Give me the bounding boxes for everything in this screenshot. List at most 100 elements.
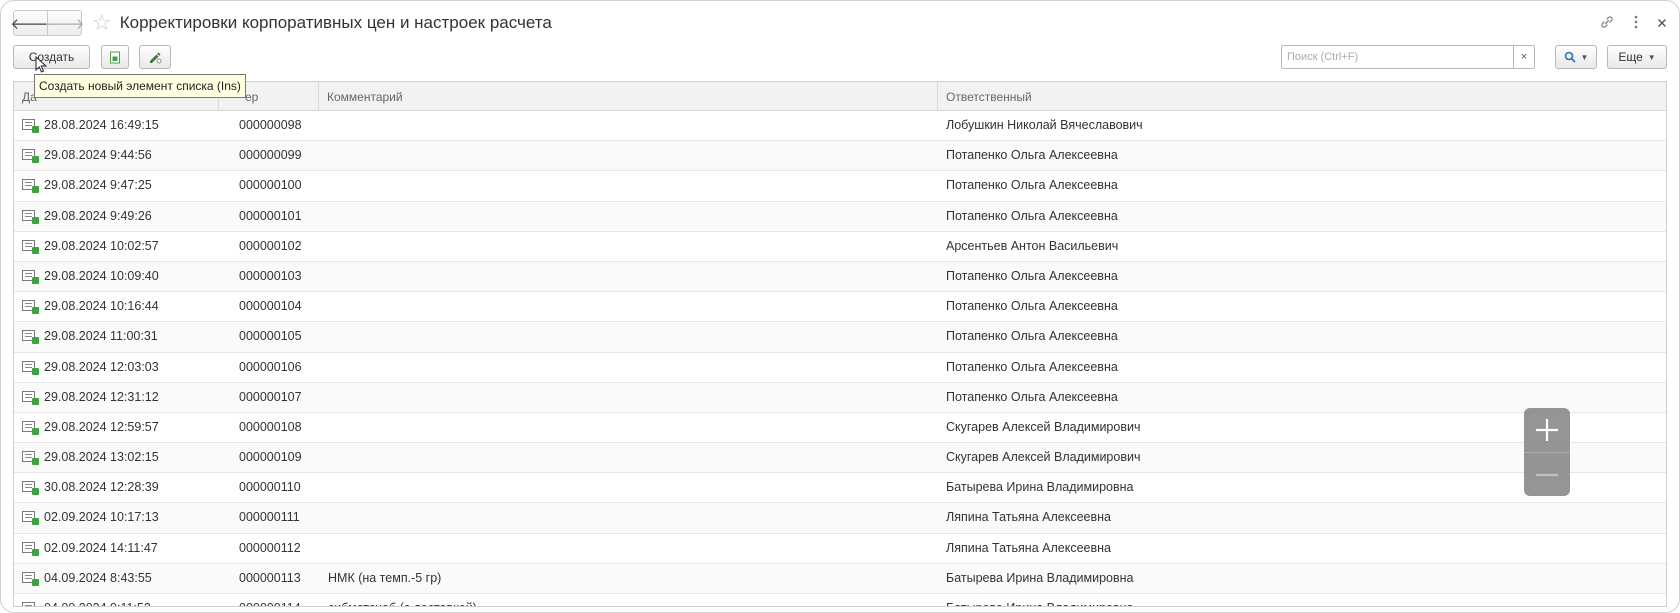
copy-button[interactable] bbox=[101, 45, 129, 69]
chevron-down-icon: ▼ bbox=[1647, 52, 1656, 62]
link-icon[interactable] bbox=[1599, 14, 1615, 33]
cell-number: 000000100 bbox=[239, 178, 302, 193]
more-vertical-icon[interactable] bbox=[1633, 15, 1639, 32]
create-button[interactable]: Создать bbox=[13, 45, 90, 69]
mouse-cursor-icon bbox=[35, 56, 47, 73]
plus-icon bbox=[1536, 419, 1558, 441]
cell-date: 29.08.2024 9:49:26 bbox=[22, 202, 152, 230]
cell-responsible: Потапенко Ольга Алексеевна bbox=[946, 359, 1118, 374]
cell-date: 29.08.2024 10:09:40 bbox=[22, 262, 159, 290]
page-title: Корректировки корпоративных цен и настро… bbox=[119, 13, 552, 32]
edit-button[interactable] bbox=[139, 45, 171, 69]
table-row[interactable]: 29.08.2024 10:16:44 000000104 Потапенко Ол… bbox=[14, 292, 1666, 323]
document-icon bbox=[22, 209, 39, 224]
column-header-responsible[interactable]: Ответственный bbox=[938, 82, 1666, 110]
back-button[interactable]: 🡐 bbox=[10, 11, 50, 35]
create-tooltip: Создать новый элемент списка (Ins) bbox=[34, 74, 246, 98]
cell-date: 02.09.2024 14:11:47 bbox=[22, 534, 158, 562]
cell-responsible: Батырева Ирина Владимировна bbox=[946, 480, 1134, 495]
cell-comment: сибметснаб (с доставкой) bbox=[328, 594, 477, 606]
date-value: 29.08.2024 10:02:57 bbox=[44, 238, 159, 253]
date-value: 29.08.2024 9:47:25 bbox=[44, 178, 152, 193]
cell-responsible: Лобушкин Николай Вячеславович bbox=[946, 118, 1143, 132]
nav-buttons: 🡐 🡒 bbox=[10, 10, 85, 36]
cell-responsible: Потапенко Ольга Алексеевна bbox=[946, 299, 1118, 314]
more-button[interactable]: Еще ▼ bbox=[1607, 45, 1667, 69]
close-icon[interactable] bbox=[1657, 15, 1667, 31]
cell-date: 29.08.2024 12:31:12 bbox=[22, 383, 159, 411]
table-row[interactable]: 29.08.2024 13:02:15 000000109 Скугарев Але… bbox=[14, 443, 1666, 474]
cell-responsible: Потапенко Ольга Алексеевна bbox=[946, 268, 1118, 283]
cell-responsible: Скугарев Алексей Владимирович bbox=[946, 450, 1141, 465]
date-value: 29.08.2024 12:59:57 bbox=[44, 419, 159, 434]
table-row[interactable]: 29.08.2024 12:59:57 000000108 Скугарев Але… bbox=[14, 413, 1666, 444]
table-row[interactable]: 29.08.2024 10:02:57 000000102 Арсентьев Ан… bbox=[14, 232, 1666, 262]
cell-responsible: Потапенко Ольга Алексеевна bbox=[946, 148, 1118, 163]
document-icon bbox=[22, 179, 39, 194]
document-icon bbox=[22, 451, 39, 466]
document-icon bbox=[22, 571, 39, 586]
cell-date: 02.09.2024 10:17:13 bbox=[22, 503, 159, 531]
title-bar: 🡐 🡒 ☆ Корректировки корпоративных цен и … bbox=[10, 9, 1667, 37]
cell-date: 29.08.2024 9:47:25 bbox=[22, 171, 152, 199]
cell-responsible: Скугарев Алексей Владимирович bbox=[946, 419, 1141, 434]
cell-number: 000000109 bbox=[239, 450, 302, 465]
table-row[interactable]: 29.08.2024 12:03:03 000000106 Потапенко Ол… bbox=[14, 353, 1666, 383]
magnifier-icon bbox=[1564, 51, 1576, 63]
cell-number: 000000111 bbox=[239, 510, 300, 525]
cell-number: 000000098 bbox=[239, 118, 302, 132]
cell-responsible: Потапенко Ольга Алексеевна bbox=[946, 329, 1118, 344]
document-icon bbox=[22, 269, 39, 284]
document-icon bbox=[22, 390, 39, 405]
document-icon bbox=[22, 119, 39, 133]
search-input[interactable] bbox=[1281, 45, 1513, 69]
table-row[interactable]: 02.09.2024 10:17:13 000000111 Ляпина Татья… bbox=[14, 503, 1666, 534]
document-icon bbox=[22, 360, 39, 375]
document-list-table: Да ер Комментарий Ответственный 28.08.20… bbox=[13, 81, 1667, 607]
search-button[interactable]: ▼ bbox=[1555, 45, 1597, 69]
table-row[interactable]: 29.08.2024 11:00:31 000000105 Потапенко Ол… bbox=[14, 322, 1666, 353]
table-row[interactable]: 29.08.2024 12:31:12 000000107 Потапенко Ол… bbox=[14, 382, 1666, 413]
date-value: 29.08.2024 13:02:15 bbox=[44, 450, 159, 465]
table-row[interactable]: 29.08.2024 10:09:40 000000103 Потапенко Ол… bbox=[14, 261, 1666, 293]
zoom-in-button[interactable] bbox=[1524, 408, 1570, 452]
edit-icon bbox=[150, 52, 162, 64]
table-header: Да ер Комментарий Ответственный bbox=[14, 82, 1666, 111]
cell-responsible: Потапенко Ольга Алексеевна bbox=[946, 208, 1118, 223]
document-icon bbox=[22, 420, 39, 435]
document-icon bbox=[22, 481, 39, 496]
star-icon[interactable]: ☆ bbox=[92, 12, 112, 34]
cell-date: 29.08.2024 12:59:57 bbox=[22, 413, 159, 441]
cell-number: 000000103 bbox=[239, 268, 302, 283]
cell-date: 29.08.2024 11:00:31 bbox=[22, 322, 158, 350]
date-value: 30.08.2024 12:28:39 bbox=[44, 480, 159, 495]
toolbar: Создать × ▼ Еще ▼ bbox=[13, 45, 1667, 71]
cell-number: 000000112 bbox=[239, 540, 301, 555]
cell-number: 000000104 bbox=[239, 299, 302, 314]
table-row[interactable]: 29.08.2024 9:47:25 000000100 Потапенко Оль… bbox=[14, 171, 1666, 202]
table-row[interactable]: 29.08.2024 9:49:26 000000101 Потапенко Оль… bbox=[14, 201, 1666, 232]
cell-responsible: Ляпина Татьяна Алексеевна bbox=[946, 540, 1111, 555]
cell-responsible: Батырева Ирина Владимировна bbox=[946, 594, 1134, 606]
cell-number: 000000101 bbox=[239, 208, 302, 223]
column-header-comment[interactable]: Комментарий bbox=[319, 82, 938, 110]
zoom-control bbox=[1524, 408, 1570, 496]
table-row[interactable]: 02.09.2024 14:11:47 000000112 Ляпина Татья… bbox=[14, 534, 1666, 564]
zoom-out-button[interactable] bbox=[1524, 452, 1570, 497]
minus-icon bbox=[1536, 473, 1558, 477]
cell-date: 28.08.2024 16:49:15 bbox=[22, 111, 159, 139]
table-row[interactable]: 28.08.2024 16:49:15 000000098 Лобушкин Ник… bbox=[14, 111, 1666, 142]
table-row[interactable]: 30.08.2024 12:28:39 000000110 Батырева Ири… bbox=[14, 473, 1666, 504]
main-window: 🡐 🡒 ☆ Корректировки корпоративных цен и … bbox=[0, 0, 1680, 613]
cell-responsible: Потапенко Ольга Алексеевна bbox=[946, 178, 1118, 193]
table-row[interactable]: 29.08.2024 9:44:56 000000099 Потапенко Оль… bbox=[14, 141, 1666, 172]
date-value: 04.09.2024 9:11:52 bbox=[44, 601, 151, 606]
cell-comment: НМК (на темп.-5 гр) bbox=[328, 570, 442, 585]
cell-responsible: Арсентьев Антон Васильевич bbox=[946, 238, 1119, 253]
table-row[interactable]: 04.09.2024 8:43:55 000000113 НМК (на темп.… bbox=[14, 563, 1666, 594]
forward-button[interactable]: 🡒 bbox=[44, 11, 85, 35]
cell-number: 000000108 bbox=[239, 419, 302, 434]
table-row[interactable]: 04.09.2024 9:11:52 000000114 сибметснаб (с… bbox=[14, 594, 1666, 606]
search-clear-button[interactable]: × bbox=[1513, 45, 1535, 69]
date-value: 29.08.2024 10:16:44 bbox=[44, 299, 159, 314]
